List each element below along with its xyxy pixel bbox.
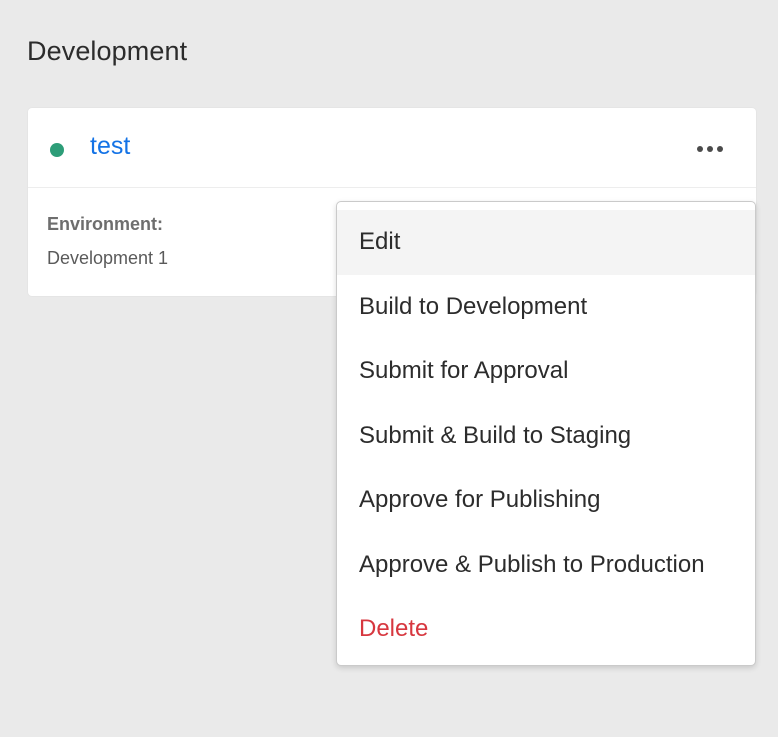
card-header: test bbox=[28, 108, 756, 188]
menu-item-edit[interactable]: Edit bbox=[337, 210, 755, 275]
menu-item-submit-build-to-staging[interactable]: Submit & Build to Staging bbox=[337, 404, 755, 469]
ellipsis-icon bbox=[717, 146, 723, 152]
section-title: Development bbox=[27, 36, 188, 66]
library-name-link[interactable]: test bbox=[90, 130, 130, 162]
menu-item-submit-for-approval[interactable]: Submit for Approval bbox=[337, 339, 755, 404]
menu-item-delete[interactable]: Delete bbox=[337, 597, 755, 662]
environment-value: Development 1 bbox=[47, 248, 169, 268]
menu-item-approve-publish-to-production[interactable]: Approve & Publish to Production bbox=[337, 533, 755, 598]
ellipsis-icon bbox=[707, 146, 713, 152]
environment-label: Environment: bbox=[47, 214, 164, 234]
menu-item-approve-for-publishing[interactable]: Approve for Publishing bbox=[337, 468, 755, 533]
ellipsis-icon bbox=[697, 146, 703, 152]
actions-menu: Edit Build to Development Submit for App… bbox=[336, 201, 756, 666]
menu-item-build-to-development[interactable]: Build to Development bbox=[337, 275, 755, 340]
status-dot-icon bbox=[50, 143, 64, 157]
more-actions-button[interactable] bbox=[688, 136, 732, 162]
